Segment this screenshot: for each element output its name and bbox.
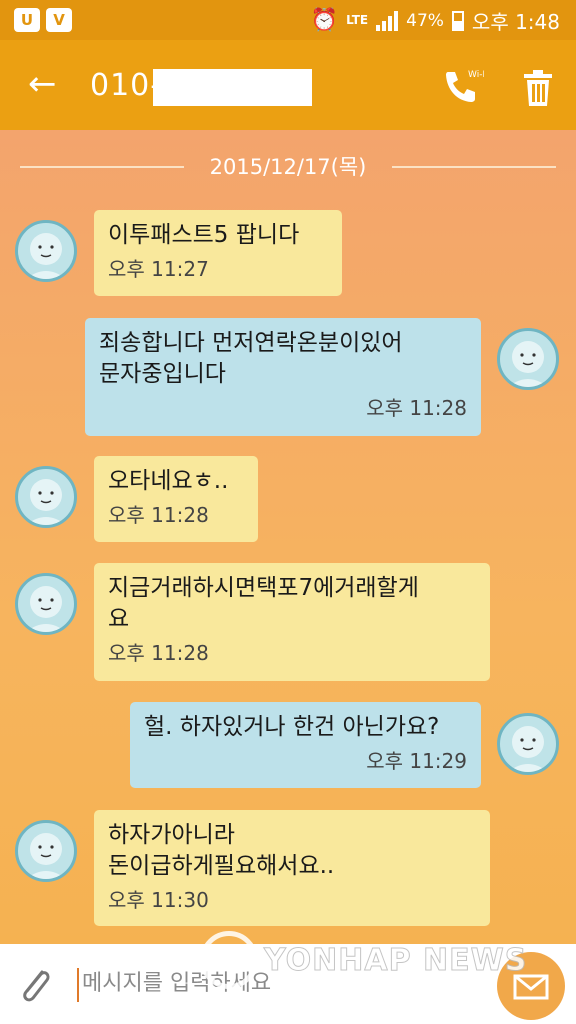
message-bubble-incoming[interactable]: 지금거래하시면택포7에거래할게 요 오후 11:28 <box>94 563 490 681</box>
watermark-text: YONHAP NEWS <box>263 942 528 978</box>
message-time: 오후 11:27 <box>108 257 209 281</box>
paperclip-icon[interactable] <box>14 962 56 1008</box>
v3-app-icon: V <box>46 8 72 32</box>
message-text: 이투패스트5 팝니다 <box>108 222 300 248</box>
message-time: 오후 11:28 <box>108 503 209 527</box>
signal-icon <box>376 10 399 31</box>
date-separator: 2015/12/17(목) <box>20 150 556 184</box>
message-text: 지금거래하시면택포7에거래할게 요 <box>108 575 419 632</box>
message-text: 헐. 하자있거나 한건 아닌가요? <box>144 714 440 740</box>
message-text: 오타네요ㅎ.. <box>108 468 229 494</box>
watermark: YONHAP NEWS <box>200 930 527 990</box>
conversation-area[interactable]: 2015/12/17(목) 이투패스트5 팝니다 오후 11:27 죄송합니다 … <box>0 130 576 944</box>
date-label: 2015/12/17(목) <box>209 155 367 179</box>
contact-avatar[interactable] <box>15 820 77 882</box>
svg-text:Wi-Fi: Wi-Fi <box>468 70 484 80</box>
contact-avatar[interactable] <box>15 466 77 528</box>
my-avatar[interactable] <box>497 328 559 390</box>
message-bubble-incoming[interactable]: 하자가아니라 돈이급하게필요해서요.. 오후 11:30 <box>94 810 490 926</box>
battery-icon <box>451 10 464 31</box>
message-text: 하자가아니라 돈이급하게필요해서요.. <box>108 822 335 879</box>
call-icon[interactable]: Wi-Fi <box>440 66 484 106</box>
yonhap-logo <box>200 931 258 989</box>
message-bubble-outgoing[interactable]: 죄송합니다 먼저연락온분이있어 문자중입니다 오후 11:28 <box>85 318 481 436</box>
app-bar: ← 010- Wi-Fi <box>0 40 576 130</box>
message-time: 오후 11:28 <box>366 396 467 420</box>
message-bubble-incoming[interactable]: 이투패스트5 팝니다 오후 11:27 <box>94 210 342 296</box>
message-time: 오후 11:30 <box>108 888 209 912</box>
contact-avatar[interactable] <box>15 220 77 282</box>
message-time: 오후 11:29 <box>366 749 467 773</box>
my-avatar[interactable] <box>497 713 559 775</box>
message-text: 죄송합니다 먼저연락온분이있어 문자중입니다 <box>99 330 403 387</box>
trash-icon[interactable] <box>520 68 556 108</box>
status-bar: U V ⏰ LTE 47% 오후 1:48 <box>0 0 576 40</box>
status-time: 오후 1:48 <box>471 10 560 34</box>
back-arrow-icon[interactable]: ← <box>28 62 57 106</box>
message-bubble-incoming[interactable]: 오타네요ㅎ.. 오후 11:28 <box>94 456 258 542</box>
message-bubble-outgoing[interactable]: 헐. 하자있거나 한건 아닌가요? 오후 11:29 <box>130 702 481 788</box>
network-type: LTE <box>346 13 369 27</box>
status-right: ⏰ LTE 47% 오후 1:48 <box>311 6 560 35</box>
text-cursor <box>77 968 79 1002</box>
contact-avatar[interactable] <box>15 573 77 635</box>
battery-percent: 47% <box>406 10 444 31</box>
status-notification-icons: U V <box>14 8 72 32</box>
redacted-number-block <box>153 69 312 106</box>
uplus-app-icon: U <box>14 8 40 32</box>
contact-number: 010- <box>90 68 163 103</box>
alarm-icon: ⏰ <box>310 8 339 33</box>
message-time: 오후 11:28 <box>108 641 209 665</box>
